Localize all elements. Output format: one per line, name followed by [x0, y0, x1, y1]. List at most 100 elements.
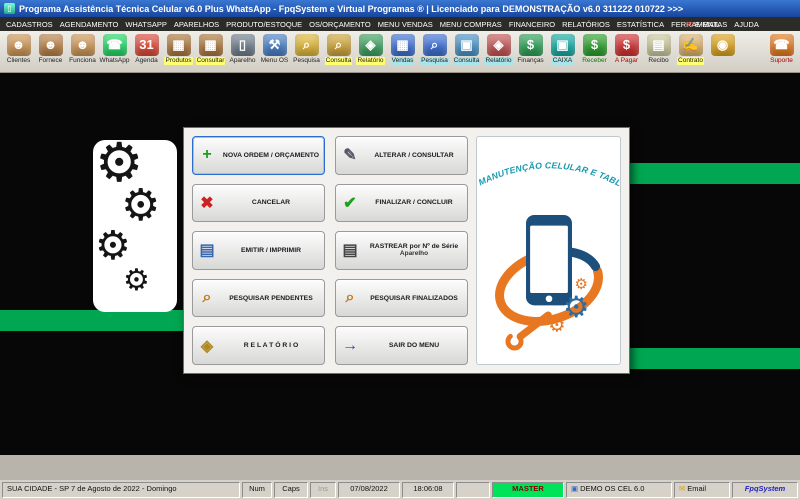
dialog-button-text: SAIR DO MENU — [364, 342, 464, 349]
ekg-bar-right-top — [618, 163, 800, 184]
toolbar-button[interactable]: 31 Agenda — [131, 33, 162, 65]
gears-artwork-card: ⚙ ⚙ ⚙ ⚙ — [93, 140, 177, 312]
toolbar-button[interactable]: $ Finanças — [515, 33, 546, 65]
menubar-item[interactable]: MENU COMPRAS — [440, 20, 502, 29]
dialog-button-text: PESQUISAR FINALIZADOS — [364, 295, 464, 302]
toolbar-button-icon: ☎ — [102, 34, 127, 56]
toolbar-button-icon: ▦ — [390, 34, 415, 56]
dialog-menu-button[interactable]: ✔ FINALIZAR / CONCLUIR — [335, 183, 468, 223]
status-date: 07/08/2022 — [338, 482, 400, 498]
dialog-button-text: ALTERAR / CONSULTAR — [364, 152, 464, 159]
toolbar-button-label: Contrato — [677, 57, 704, 65]
status-numlock: Num — [242, 482, 272, 498]
menubar-item[interactable]: OS/ORÇAMENTO — [309, 20, 371, 29]
toolbar-button[interactable]: ☻ Fornece — [35, 33, 66, 65]
dialog-menu-button[interactable]: ✖ CANCELAR — [192, 183, 325, 223]
toolbar-button[interactable]: ▦ Produtos — [163, 33, 194, 65]
menubar-item-email[interactable]: ✉ E-MAIL — [686, 20, 720, 29]
toolbar-button[interactable]: $ Receber — [579, 33, 610, 65]
dialog-menu-button[interactable]: → SAIR DO MENU — [335, 326, 468, 365]
phone-repair-illustration: ⚙ ⚙ ⚙ — [494, 214, 603, 351]
dialog-button-sublabel: Aparelho — [399, 250, 429, 258]
toolbar-button-label: Consultar — [195, 57, 226, 65]
dialog-button-text: CANCELAR — [221, 199, 321, 206]
toolbar-button[interactable]: ▣ CAIXA — [547, 33, 578, 65]
email-label: Email — [687, 484, 707, 493]
gear-icon: ⚙ — [121, 181, 161, 230]
dialog-button-icon: → — [342, 336, 358, 354]
toolbar-button[interactable]: ▦ Vendas — [387, 33, 418, 65]
toolbar-button[interactable]: ◈ Relatório — [355, 33, 386, 65]
status-time: 18:06:08 — [402, 482, 454, 498]
toolbar-button-label: Fornece — [38, 57, 63, 64]
toolbar-button-label: Relatório — [484, 57, 513, 65]
status-app-version: ▣ DEMO OS CEL 6.0 — [566, 482, 672, 498]
toolbar-button[interactable]: ▣ Consulta — [451, 33, 482, 65]
toolbar-button[interactable]: ⌕ Pesquisa — [419, 33, 450, 65]
gear-icon: ⚙ — [574, 276, 587, 292]
dialog-button-label: RASTREAR por Nº de Série — [369, 243, 459, 251]
menubar-item[interactable]: WHATSAPP — [125, 20, 167, 29]
mail-icon: ✉ — [679, 484, 686, 493]
toolbar-button-icon: ⚒ — [262, 34, 287, 56]
menubar-item[interactable]: CADASTROS — [6, 20, 53, 29]
toolbar-button[interactable]: ▦ Consultar — [195, 33, 226, 65]
menubar-item[interactable]: AGENDAMENTO — [60, 20, 119, 29]
toolbar-button-icon: ⌕ — [326, 34, 351, 56]
toolbar: ☻ Clientes ☻ Fornece ☻ Funciona ☎ WhatsA… — [0, 31, 800, 73]
status-email-button[interactable]: ✉ Email — [674, 482, 730, 498]
toolbar-button[interactable]: ▤ Recibo — [643, 33, 674, 65]
toolbar-button-label: CAIXA — [551, 57, 574, 65]
toolbar-button[interactable]: ✍ Contrato — [675, 33, 706, 65]
gear-icon: ⚙ — [548, 314, 566, 336]
dialog-button-text: NOVA ORDEM / ORÇAMENTO — [221, 152, 321, 159]
dialog-menu-button[interactable]: ▤ EMITIR / IMPRIMIR — [192, 231, 325, 270]
dialog-button-text: R E L A T Ó R I O — [221, 342, 321, 349]
dialog-menu-button[interactable]: ⌕ PESQUISAR PENDENTES — [192, 278, 325, 318]
dialog-button-label: PESQUISAR PENDENTES — [229, 294, 313, 302]
os-menu-button-grid: + NOVA ORDEM / ORÇAMENTO ✎ ALTERAR / CON… — [192, 136, 468, 365]
menubar-item[interactable]: FINANCEIRO — [509, 20, 555, 29]
toolbar-button[interactable]: ◉ — [707, 33, 738, 57]
toolbar-button-label: Recibo — [648, 57, 669, 64]
phone-home-button — [545, 295, 552, 302]
dialog-button-text: EMITIR / IMPRIMIR — [221, 247, 321, 254]
menubar-item[interactable]: APARELHOS — [174, 20, 219, 29]
toolbar-button-icon: ✍ — [678, 34, 703, 56]
menubar-item[interactable]: RELATÓRIOS — [562, 20, 610, 29]
dialog-button-text: FINALIZAR / CONCLUIR — [364, 199, 464, 206]
dialog-button-icon: ▤ — [342, 242, 358, 260]
ekg-bar-right-bottom — [627, 348, 800, 369]
dialog-button-icon: ✎ — [343, 147, 357, 165]
toolbar-button-icon: ⌕ — [294, 34, 319, 56]
toolbar-button[interactable]: ⌕ Consulta — [323, 33, 354, 65]
toolbar-button[interactable]: $ A Pagar — [611, 33, 642, 65]
toolbar-button[interactable]: ▯ Aparelho — [227, 33, 258, 65]
toolbar-button[interactable]: ☎ Suporte — [766, 33, 797, 65]
menubar-item[interactable]: AJUDA — [734, 20, 759, 29]
dialog-button-icon: ✖ — [200, 194, 214, 212]
toolbar-button-label: Produtos — [164, 57, 193, 65]
dialog-button-label: PESQUISAR FINALIZADOS — [370, 294, 458, 302]
dialog-menu-button[interactable]: + NOVA ORDEM / ORÇAMENTO — [192, 136, 325, 175]
titlebar[interactable]: ▯ Programa Assistência Técnica Celular v… — [0, 0, 800, 17]
dialog-menu-button[interactable]: ◈ R E L A T Ó R I O — [192, 326, 325, 365]
toolbar-button-icon: $ — [518, 34, 543, 56]
toolbar-button[interactable]: ☻ Funciona — [67, 33, 98, 65]
status-location: SUA CIDADE - SP 7 de Agosto de 2022 - Do… — [2, 482, 240, 498]
toolbar-button[interactable]: ☻ Clientes — [3, 33, 34, 65]
toolbar-button[interactable]: ☎ WhatsApp — [99, 33, 130, 65]
app-version-label: DEMO OS CEL 6.0 — [580, 484, 645, 493]
dialog-menu-button[interactable]: ▤ RASTREAR por Nº de Série Aparelho — [335, 231, 468, 270]
toolbar-button[interactable]: ⚒ Menu OS — [259, 33, 290, 65]
menubar-item[interactable]: MENU VENDAS — [378, 20, 433, 29]
menubar-item[interactable]: PRODUTO/ESTOQUE — [226, 20, 302, 29]
menubar-item[interactable]: ESTATÍSTICA — [617, 20, 664, 29]
toolbar-button-icon: 31 — [134, 34, 159, 56]
toolbar-button[interactable]: ⌕ Pesquisa — [291, 33, 322, 65]
dialog-button-icon: ▤ — [199, 242, 215, 260]
dialog-menu-button[interactable]: ⌕ PESQUISAR FINALIZADOS — [335, 278, 468, 318]
toolbar-button[interactable]: ◈ Relatório — [483, 33, 514, 65]
toolbar-button-icon: ◈ — [486, 34, 511, 56]
dialog-menu-button[interactable]: ✎ ALTERAR / CONSULTAR — [335, 136, 468, 175]
